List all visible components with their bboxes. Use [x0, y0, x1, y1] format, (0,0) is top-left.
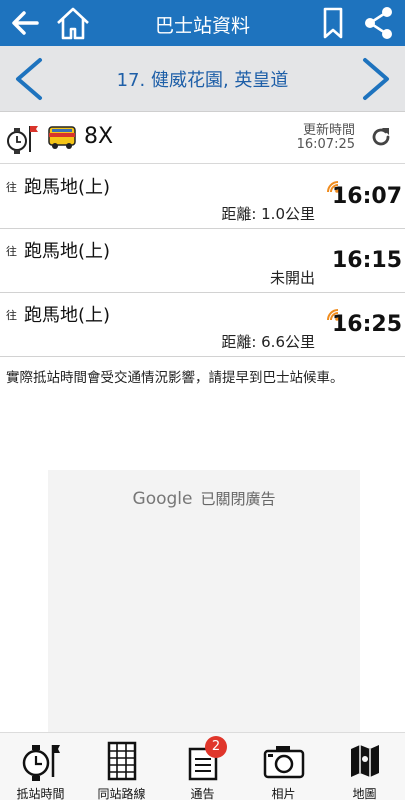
- eta-row[interactable]: 往 跑馬地(上) 16:07 距離: 1.0公里: [0, 165, 405, 229]
- refresh-icon[interactable]: [369, 125, 393, 153]
- distance-note: 距離: 1.0公里: [221, 205, 315, 223]
- destination: 跑馬地(上): [24, 241, 111, 262]
- nav-label: 抵站時間: [16, 787, 65, 800]
- map-icon: [324, 739, 405, 781]
- route-header: 8X 更新時間 16:07:25: [0, 112, 405, 164]
- disclaimer-text: 實際抵站時間會受交通情況影響，請提早到巴士站候車。: [6, 370, 344, 386]
- bus-icon: [48, 125, 76, 155]
- grid-list-icon: [81, 739, 162, 781]
- notice-icon: [162, 739, 243, 781]
- stop-selector: 17. 健威花園, 英皇道: [0, 46, 405, 112]
- notice-count-badge: 2: [205, 736, 227, 758]
- nav-same-stop-routes[interactable]: 同站路線: [81, 733, 162, 800]
- nav-label: 地圖: [352, 787, 377, 800]
- nav-photos[interactable]: 相片: [243, 733, 324, 800]
- bottom-nav: 抵站時間 同站路線 通告 2 相片 地圖: [0, 732, 405, 800]
- nav-map[interactable]: 地圖: [324, 733, 405, 800]
- eta-row[interactable]: 往 跑馬地(上) 16:15 未開出: [0, 229, 405, 293]
- destination: 跑馬地(上): [24, 177, 111, 198]
- eta-time: 16:07: [331, 184, 402, 209]
- direction-label: 往: [6, 309, 17, 322]
- ad-closed-text: Google 已關閉廣告: [48, 488, 360, 509]
- status-note: 未開出: [269, 269, 315, 287]
- eta-row[interactable]: 往 跑馬地(上) 16:25 距離: 6.6公里: [0, 293, 405, 357]
- ad-brand: Google: [132, 489, 193, 509]
- route-number: 8X: [84, 124, 114, 149]
- clock-flag-icon: [0, 739, 81, 781]
- chevron-left-icon[interactable]: [8, 56, 48, 102]
- nav-label: 相片: [271, 787, 296, 800]
- direction-label: 往: [6, 245, 17, 258]
- nav-label: 同站路線: [97, 787, 146, 800]
- distance-note: 距離: 6.6公里: [221, 333, 315, 351]
- top-bar: 巴士站資料: [0, 0, 405, 46]
- updated-time: 16:07:25: [296, 137, 355, 152]
- eta-time: 16:25: [331, 312, 402, 337]
- eta-time: 16:15: [331, 248, 402, 273]
- updated-label: 更新時間: [302, 123, 355, 138]
- nav-label: 通告: [190, 787, 215, 800]
- clock-flag-icon: [6, 122, 40, 158]
- nav-notices[interactable]: 通告: [162, 733, 243, 800]
- direction-label: 往: [6, 181, 17, 194]
- stop-name: 17. 健威花園, 英皇道: [116, 70, 289, 91]
- share-icon[interactable]: [360, 0, 398, 46]
- camera-icon: [243, 739, 324, 781]
- bus-stop-page: 巴士站資料 17. 健威花園, 英皇道 8X 更新時間 16:07:25 往 跑…: [0, 0, 405, 800]
- ad-status: 已關閉廣告: [200, 490, 276, 508]
- bookmark-icon[interactable]: [316, 0, 350, 46]
- nav-arrival-time[interactable]: 抵站時間: [0, 733, 81, 800]
- ad-placeholder: Google 已關閉廣告: [48, 470, 360, 732]
- chevron-right-icon[interactable]: [357, 56, 397, 102]
- destination: 跑馬地(上): [24, 305, 111, 326]
